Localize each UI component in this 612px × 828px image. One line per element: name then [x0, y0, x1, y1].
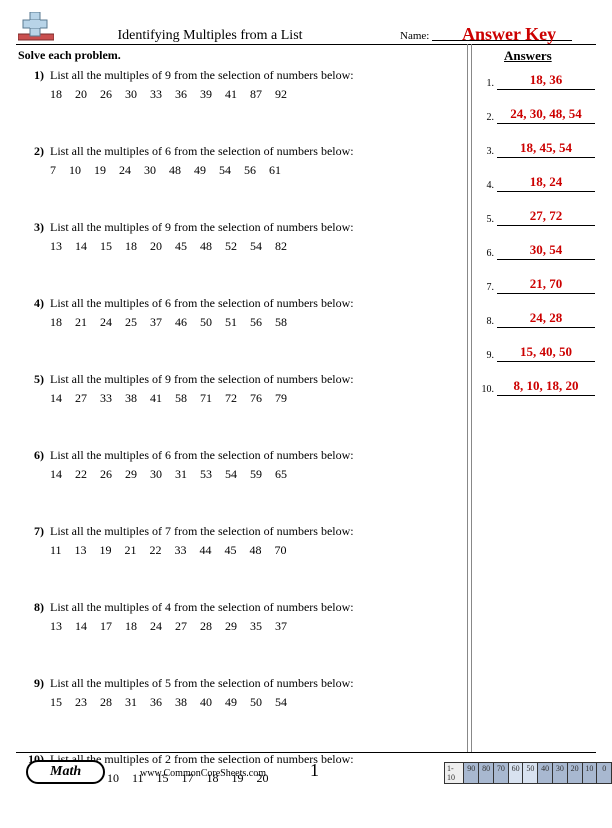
- answer-row: 7. 21, 70: [480, 274, 595, 294]
- problem-number: 5): [18, 372, 50, 406]
- problem-numbers: 7 10 19 24 30 48 49 54 56 61: [50, 163, 458, 178]
- answer-value: 24, 30, 48, 54: [497, 106, 595, 124]
- divider-line: [471, 44, 472, 752]
- divider-line: [467, 44, 468, 752]
- problem-prompt: List all the multiples of 2 from the sel…: [50, 752, 458, 767]
- score-cell: 0: [597, 762, 612, 784]
- answer-value: 27, 72: [497, 208, 595, 226]
- problem-numbers: 15 23 28 31 36 38 40 49 50 54: [50, 695, 458, 710]
- problem-row: 2) List all the multiples of 6 from the …: [18, 144, 458, 178]
- problem-row: 3) List all the multiples of 9 from the …: [18, 220, 458, 254]
- problem-number: 4): [18, 296, 50, 330]
- answer-index: 1.: [480, 78, 497, 90]
- top-rule: [16, 44, 596, 45]
- footer-subject: Math: [26, 760, 105, 784]
- score-cell: 90: [464, 762, 479, 784]
- problem-prompt: List all the multiples of 9 from the sel…: [50, 220, 458, 235]
- score-cell: 10: [583, 762, 598, 784]
- answer-value: 8, 10, 18, 20: [497, 378, 595, 396]
- score-cell: 60: [509, 762, 524, 784]
- answer-row: 10. 8, 10, 18, 20: [480, 376, 595, 396]
- problem-row: 5) List all the multiples of 9 from the …: [18, 372, 458, 406]
- answer-row: 1. 18, 36: [480, 70, 595, 90]
- answer-index: 6.: [480, 248, 497, 260]
- answer-row: 5. 27, 72: [480, 206, 595, 226]
- name-label: Name:: [400, 30, 429, 42]
- answer-index: 7.: [480, 282, 497, 294]
- answer-key-label: Answer Key: [462, 24, 556, 45]
- problem-number: 1): [18, 68, 50, 102]
- instruction: Solve each problem.: [18, 48, 121, 63]
- problem-numbers: 13 14 15 18 20 45 48 52 54 82: [50, 239, 458, 254]
- score-cell: 70: [494, 762, 509, 784]
- problem-numbers: 18 20 26 30 33 36 39 41 87 92: [50, 87, 458, 102]
- answer-value: 30, 54: [497, 242, 595, 260]
- problem-row: 9) List all the multiples of 5 from the …: [18, 676, 458, 710]
- answer-index: 5.: [480, 214, 497, 226]
- footer-page-number: 1: [310, 760, 319, 781]
- answer-index: 9.: [480, 350, 497, 362]
- problem-numbers: 11 13 19 21 22 33 44 45 48 70: [50, 543, 458, 558]
- score-cell: 50: [523, 762, 538, 784]
- problem-numbers: 14 22 26 29 30 31 53 54 59 65: [50, 467, 458, 482]
- problem-prompt: List all the multiples of 5 from the sel…: [50, 676, 458, 691]
- problem-number: 6): [18, 448, 50, 482]
- problem-number: 2): [18, 144, 50, 178]
- problem-number: 8): [18, 600, 50, 634]
- problem-prompt: List all the multiples of 9 from the sel…: [50, 372, 458, 387]
- footer-rule: [16, 752, 596, 753]
- score-cell: 80: [479, 762, 494, 784]
- answer-row: 6. 30, 54: [480, 240, 595, 260]
- answer-value: 18, 45, 54: [497, 140, 595, 158]
- problem-row: 4) List all the multiples of 6 from the …: [18, 296, 458, 330]
- answer-index: 2.: [480, 112, 497, 124]
- problems-list: 1) List all the multiples of 9 from the …: [18, 68, 458, 828]
- problem-prompt: List all the multiples of 9 from the sel…: [50, 68, 458, 83]
- problem-row: 1) List all the multiples of 9 from the …: [18, 68, 458, 102]
- score-strip: 1-10 90 80 70 60 50 40 30 20 10 0: [444, 762, 612, 784]
- answer-row: 2. 24, 30, 48, 54: [480, 104, 595, 124]
- problem-row: 7) List all the multiples of 7 from the …: [18, 524, 458, 558]
- answer-value: 24, 28: [497, 310, 595, 328]
- answer-row: 9. 15, 40, 50: [480, 342, 595, 362]
- worksheet-title: Identifying Multiples from a List: [0, 28, 420, 44]
- answer-row: 4. 18, 24: [480, 172, 595, 192]
- problem-prompt: List all the multiples of 7 from the sel…: [50, 524, 458, 539]
- problem-prompt: List all the multiples of 4 from the sel…: [50, 600, 458, 615]
- problem-numbers: 18 21 24 25 37 46 50 51 56 58: [50, 315, 458, 330]
- problem-numbers: 13 14 17 18 24 27 28 29 35 37: [50, 619, 458, 634]
- problem-numbers: 14 27 33 38 41 58 71 72 76 79: [50, 391, 458, 406]
- answer-index: 10.: [480, 384, 497, 396]
- answer-value: 15, 40, 50: [497, 344, 595, 362]
- answer-index: 4.: [480, 180, 497, 192]
- answer-index: 8.: [480, 316, 497, 328]
- answer-value: 21, 70: [497, 276, 595, 294]
- score-range-label: 1-10: [444, 762, 464, 784]
- score-cell: 20: [568, 762, 583, 784]
- problem-number: 7): [18, 524, 50, 558]
- answer-index: 3.: [480, 146, 497, 158]
- footer-url: www.CommonCoreSheets.com: [140, 768, 266, 779]
- answer-value: 18, 24: [497, 174, 595, 192]
- problem-prompt: List all the multiples of 6 from the sel…: [50, 296, 458, 311]
- answers-list: 1. 18, 36 2. 24, 30, 48, 54 3. 18, 45, 5…: [480, 70, 595, 410]
- problem-number: 9): [18, 676, 50, 710]
- problem-prompt: List all the multiples of 6 from the sel…: [50, 448, 458, 463]
- answer-value: 18, 36: [497, 72, 595, 90]
- score-cell: 30: [553, 762, 568, 784]
- problem-number: 3): [18, 220, 50, 254]
- answers-header: Answers: [504, 48, 552, 64]
- score-cell: 40: [538, 762, 553, 784]
- answer-row: 3. 18, 45, 54: [480, 138, 595, 158]
- problem-row: 8) List all the multiples of 4 from the …: [18, 600, 458, 634]
- problem-row: 6) List all the multiples of 6 from the …: [18, 448, 458, 482]
- problem-prompt: List all the multiples of 6 from the sel…: [50, 144, 458, 159]
- answer-row: 8. 24, 28: [480, 308, 595, 328]
